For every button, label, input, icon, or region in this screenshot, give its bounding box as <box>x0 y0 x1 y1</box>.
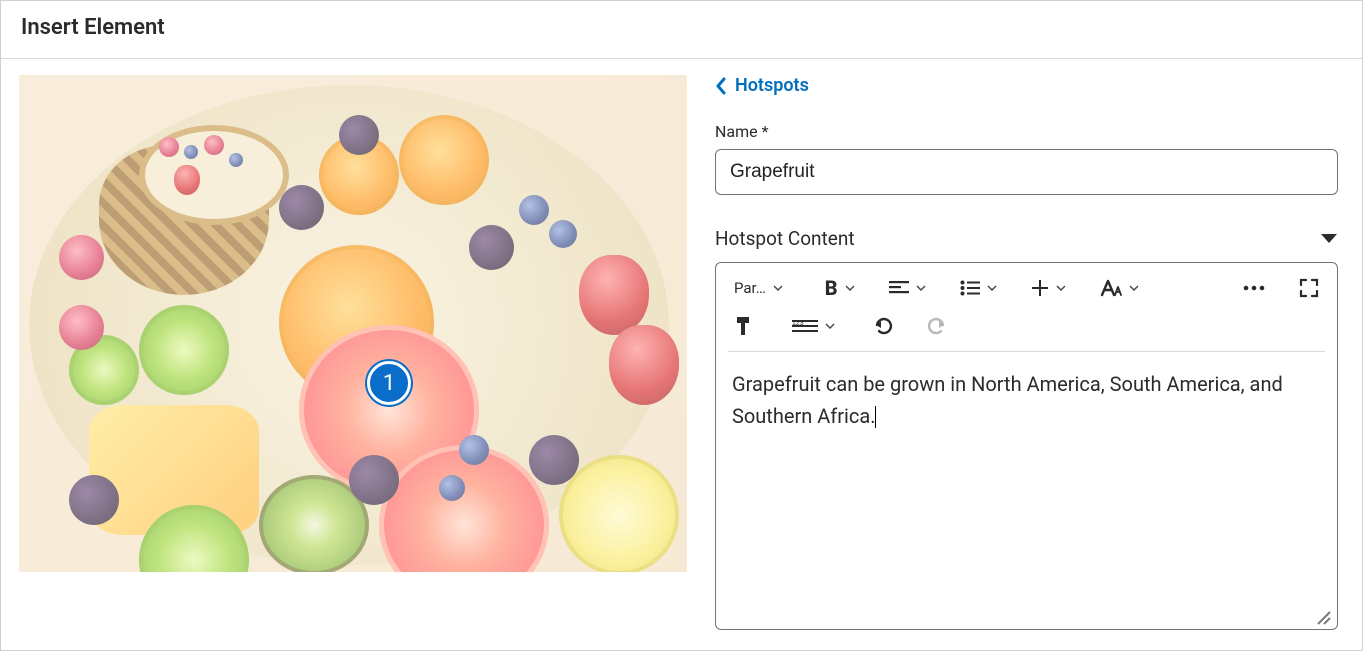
editor-toolbar-row-1: Par… B <box>716 263 1337 307</box>
insert-element-dialog: Insert Element <box>0 0 1363 651</box>
more-actions-button[interactable] <box>1237 273 1271 303</box>
list-bullets-icon <box>960 280 980 296</box>
rich-text-editor: Par… B <box>715 262 1338 630</box>
text-caret <box>875 406 876 428</box>
redo-button[interactable] <box>919 311 953 341</box>
hotspot-content-header[interactable]: Hotspot Content <box>715 227 1338 250</box>
plus-icon <box>1031 279 1049 297</box>
redo-icon <box>925 316 947 336</box>
dialog-header: Insert Element <box>1 1 1362 59</box>
name-label: Name * <box>715 122 1338 141</box>
image-pane: 1 <box>19 75 687 630</box>
line-style-dropdown[interactable]: 123 <box>786 311 841 341</box>
chevron-left-icon <box>715 77 727 95</box>
ellipsis-icon <box>1243 285 1265 291</box>
chevron-down-icon <box>916 285 926 291</box>
insert-dropdown[interactable] <box>1025 273 1072 303</box>
bold-icon: B <box>825 276 838 300</box>
editor-toolbar-row-2: 123 <box>716 307 1337 351</box>
undo-button[interactable] <box>867 311 901 341</box>
resize-grip-icon <box>1315 609 1331 625</box>
hotspot-marker-number: 1 <box>383 371 395 396</box>
hotspot-image[interactable]: 1 <box>19 75 687 572</box>
hotspot-marker-1[interactable]: 1 <box>367 361 411 405</box>
svg-text:123: 123 <box>792 320 804 327</box>
chevron-down-icon <box>1129 285 1139 291</box>
hotspot-content-label: Hotspot Content <box>715 227 855 250</box>
chevron-down-icon <box>987 285 997 291</box>
editor-content[interactable]: Grapefruit can be grown in North America… <box>716 352 1337 629</box>
format-painter-icon <box>734 316 754 336</box>
name-input[interactable] <box>715 149 1338 195</box>
chevron-down-icon <box>845 285 855 291</box>
breadcrumb-hotspots[interactable]: Hotspots <box>715 75 1338 96</box>
dialog-title: Insert Element <box>21 15 1342 40</box>
dialog-body: 1 Hotspots Name * Hotspot Content <box>1 59 1362 648</box>
chevron-down-icon <box>773 285 783 291</box>
image-background <box>19 75 687 572</box>
align-dropdown[interactable] <box>883 273 932 303</box>
fullscreen-icon <box>1299 278 1319 298</box>
breadcrumb-label: Hotspots <box>735 75 809 96</box>
format-painter-button[interactable] <box>728 311 760 341</box>
align-left-icon <box>889 280 909 296</box>
fullscreen-button[interactable] <box>1293 273 1325 303</box>
chevron-down-icon <box>1056 285 1066 291</box>
caret-down-icon <box>1320 233 1338 245</box>
list-dropdown[interactable] <box>954 273 1003 303</box>
font-dropdown[interactable] <box>1094 273 1145 303</box>
editor-text: Grapefruit can be grown in North America… <box>732 372 1283 428</box>
font-format-icon <box>1100 279 1122 297</box>
paragraph-style-label: Par… <box>734 279 766 297</box>
line-style-icon: 123 <box>792 319 818 333</box>
undo-icon <box>873 316 895 336</box>
bold-button[interactable]: B <box>819 273 861 303</box>
properties-pane: Hotspots Name * Hotspot Content Par… <box>715 75 1344 630</box>
paragraph-style-dropdown[interactable]: Par… <box>728 273 789 303</box>
chevron-down-icon <box>825 323 835 329</box>
